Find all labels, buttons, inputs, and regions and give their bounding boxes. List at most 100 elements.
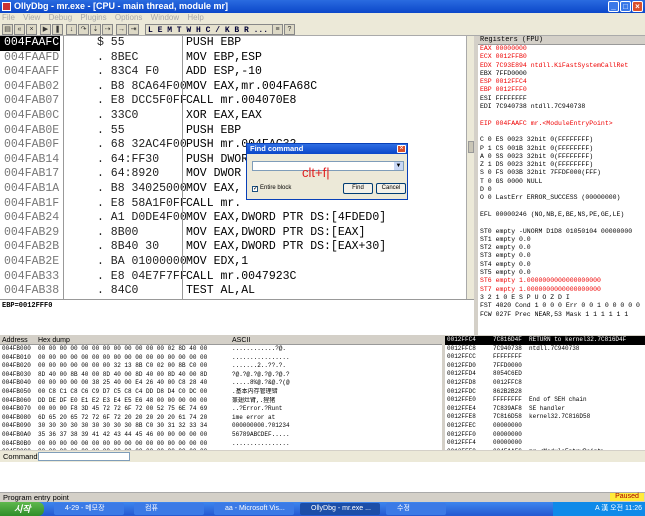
dump-row[interactable]: 004FB0C0 00 00 00 00 00 00 00 00 00 00 00… [0,448,442,450]
register-line[interactable]: P 1 CS 001B 32bit 0(FFFFFFFF) [480,145,643,153]
dump-row[interactable]: 004FB0A0 35 36 37 38 39 41 42 43 44 45 46… [0,431,442,440]
close-button[interactable]: × [632,1,643,12]
register-line[interactable]: EFL 00000246 (NO,NB,E,BE,NS,PE,GE,LE) [480,211,643,219]
stack-row[interactable]: 0012FFD0 7FFD0000 [445,362,645,371]
dump-pane[interactable]: Address Hex dump ASCII 004FB000 00 00 00 … [0,336,442,450]
register-line[interactable]: ST3 empty 0.0 [480,252,643,260]
register-line[interactable]: EDI 7C940738 ntdll.7C940738 [480,103,643,111]
register-line[interactable]: O 0 LastErr ERROR_SUCCESS (00000000) [480,194,643,202]
register-line[interactable]: Z 1 DS 0023 32bit 0(FFFFFFFF) [480,161,643,169]
dump-row[interactable]: 004FB080 6D 65 20 65 72 72 6F 72 20 20 20… [0,414,442,423]
menu-debug[interactable]: Debug [49,13,73,22]
menu-window[interactable]: Window [151,13,179,22]
disasm-row[interactable]: 004FAB0E . 55 PUSH EBP [0,124,474,139]
cpu-scrollbar[interactable] [466,36,474,299]
menu-file[interactable]: File [2,13,15,22]
restart-icon[interactable]: « [14,24,25,35]
entire-block-checkbox[interactable]: ✓ Entire block [252,184,291,192]
disasm-row[interactable]: 004FAB29 . 8B00 MOV EAX,DWORD PTR DS:[EAX] [0,226,474,241]
disasm-row[interactable]: 004FAAFF . 83C4 F0 ADD ESP,-10 [0,65,474,80]
dump-row[interactable]: 004FB030 8D 40 00 8B 40 00 8D 40 00 8D 40… [0,371,442,380]
menu-help[interactable]: Help [187,13,203,22]
stack-row[interactable]: 0012FFDC 862B2B28 [445,388,645,397]
taskbar-item-other[interactable]: 수정 [386,503,446,515]
register-line[interactable]: ST5 empty 0.0 [480,269,643,277]
register-line[interactable]: S 0 FS 003B 32bit 7FFDF000(FFF) [480,169,643,177]
register-line[interactable]: ST0 empty -UNORM D1D8 01050104 00000000 [480,228,643,236]
register-line[interactable]: ESP 0012FFC4 [480,78,643,86]
language-indicator[interactable]: A 漢 [595,505,608,512]
chevron-down-icon[interactable]: ▼ [394,162,403,170]
start-button[interactable]: 시작 [0,502,44,516]
dump-row[interactable]: 004FB0B0 00 00 00 00 00 00 00 00 00 00 00… [0,440,442,449]
register-line[interactable]: ST4 empty 0.0 [480,261,643,269]
stack-row[interactable]: 0012FFE8 7C816D58 kernel32.7C816D58 [445,413,645,422]
register-line[interactable]: ST2 empty 0.0 [480,244,643,252]
stack-row[interactable]: 0012FFF8 004FAAFC mr.<ModuleEntryPoint> [445,448,645,450]
taskbar-item-ollydbg[interactable]: OllyDbg - mr.exe ... [300,503,380,515]
register-line[interactable]: FST 4020 Cond 1 0 0 0 Err 0 0 1 0 0 0 0 … [480,302,643,310]
register-line[interactable]: EDX 7C93E894 ntdll.KiFastSystemCallRet [480,62,643,70]
window-shortcuts[interactable]: L E M T W H C / K B R ... S [145,24,281,35]
register-line[interactable]: 3 2 1 0 E S P U O Z D I [480,294,643,302]
dump-row[interactable]: 004FB000 00 00 00 00 00 00 00 00 00 00 00… [0,345,442,354]
stack-row[interactable]: 0012FFEC 00000000 [445,422,645,431]
dump-row[interactable]: 004FB050 00 C8 C1 C8 C6 C9 D7 C5 C8 C4 DD… [0,388,442,397]
register-line[interactable]: FCW 027F Prec NEAR,53 Mask 1 1 1 1 1 1 [480,311,643,319]
disasm-row[interactable]: 004FAB2B . 8B40 30 MOV EAX,DWORD PTR DS:[E… [0,240,474,255]
command-input[interactable] [38,452,130,461]
register-line[interactable]: T 0 GS 0000 NULL [480,178,643,186]
register-line[interactable]: ECX 0012FFB0 [480,53,643,61]
register-line[interactable]: ST7 empty 1.0000000000000000000 [480,286,643,294]
maximize-button[interactable]: □ [620,1,631,12]
step-over-icon[interactable]: ↷ [78,24,89,35]
register-line[interactable] [480,128,643,136]
step-into-icon[interactable]: ↓ [66,24,77,35]
taskbar-item-notepad[interactable]: 4-29 - 메모장 [54,503,124,515]
taskbar-item-explorer[interactable]: 컴퓨 [134,503,204,515]
register-line[interactable]: ESI FFFFFFFF [480,95,643,103]
register-line[interactable]: EBP 0012FFF0 [480,86,643,94]
disasm-row[interactable]: 004FAB0C . 33C0 XOR EAX,EAX [0,109,474,124]
disasm-row[interactable]: 004FAB07 . E8 DCC5F0FF CALL mr.004070E8 [0,94,474,109]
close-file-icon[interactable]: × [26,24,37,35]
menu-plugins[interactable]: Plugins [80,13,106,22]
menu-view[interactable]: View [23,13,40,22]
help-icon[interactable]: ? [284,24,295,35]
register-line[interactable]: ST6 empty 1.0000000000000000000 [480,277,643,285]
register-line[interactable]: EAX 00000000 [480,45,643,53]
dump-row[interactable]: 004FB090 30 30 30 30 30 30 30 30 30 8B C0… [0,422,442,431]
disasm-row[interactable]: 004FAB33 . E8 04E7F7FF CALL mr.0047923C [0,270,474,285]
register-line[interactable]: C 0 ES 0023 32bit 0(FFFFFFFF) [480,136,643,144]
registers-pane[interactable]: Registers (FPU) EAX 00000000 ECX 0012FFB0… [478,36,645,335]
disasm-row[interactable]: 004FAB02 . B8 8CA64F00 MOV EAX,mr.004FA68C [0,80,474,95]
stack-row[interactable]: 0012FFCC FFFFFFFF [445,353,645,362]
register-line[interactable]: D 0 [480,186,643,194]
find-button[interactable]: Find [343,183,373,194]
stack-row[interactable]: 0012FFD8 0012FFC8 [445,379,645,388]
menu-options[interactable]: Options [115,13,143,22]
run-icon[interactable]: ▶ [40,24,51,35]
disasm-row[interactable]: 004FAB2E . BA 01000000 MOV EDX,1 [0,255,474,270]
cancel-button[interactable]: Cancel [376,183,406,194]
disasm-row[interactable]: 004FAAFC $ 55 PUSH EBP [0,36,474,51]
register-line[interactable]: ST1 empty 0.0 [480,236,643,244]
stack-row[interactable]: 0012FFC4 7C816D4F RETURN to kernel32.7C816… [445,336,645,345]
pause-icon[interactable]: ❚ [52,24,63,35]
taskbar-item-visual-studio[interactable]: aa - Microsoft Vis... [214,503,294,515]
goto-icon[interactable]: ⇥ [128,24,139,35]
stack-row[interactable]: 0012FFF0 00000000 [445,431,645,440]
disasm-row[interactable]: 004FAB38 . 84C0 TEST AL,AL [0,284,474,299]
stack-row[interactable]: 0012FFC8 7C940738 ntdll.7C940738 [445,345,645,354]
stack-row[interactable]: 0012FFF4 00000000 [445,439,645,448]
disasm-row[interactable]: 004FAB24 . A1 D0DE4F00 MOV EAX,DWORD PTR D… [0,211,474,226]
dump-row[interactable]: 004FB010 00 00 00 00 00 00 00 00 00 00 00… [0,354,442,363]
register-line[interactable]: EBX 7FFD0000 [480,70,643,78]
register-line[interactable] [480,219,643,227]
register-line[interactable] [480,111,643,119]
register-line[interactable] [480,203,643,211]
trace-into-icon[interactable]: ⇣ [90,24,101,35]
dump-row[interactable]: 004FB020 00 00 00 00 00 00 00 32 13 8B C0… [0,362,442,371]
dialog-close-button[interactable]: × [397,145,406,153]
dump-row[interactable]: 004FB070 00 00 00 F8 3D 45 72 72 6F 72 00… [0,405,442,414]
